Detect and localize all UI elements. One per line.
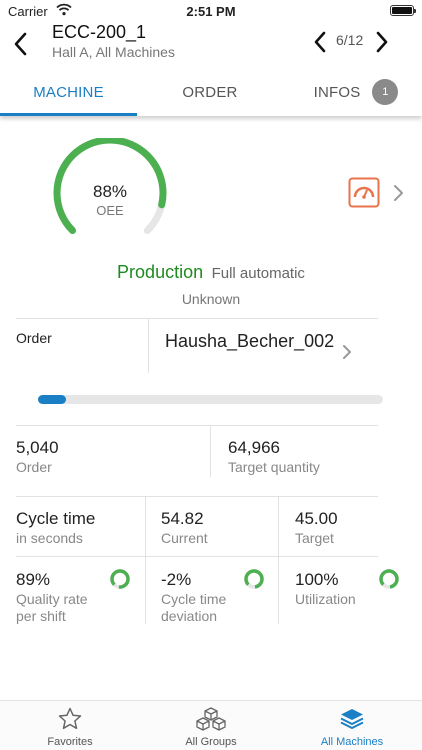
divider [16, 318, 378, 319]
machine-title: ECC-200_1 [52, 22, 147, 42]
prev-chevron-icon[interactable] [310, 28, 330, 56]
cycle-deviation-label-line2: deviation [161, 608, 218, 624]
cubes-icon [196, 707, 226, 731]
details-chevron-icon[interactable] [392, 183, 404, 203]
navigation-bar: ECC-200_1 Hall A, All Machines 6/12 [0, 22, 422, 68]
target-quantity-label: Target quantity [228, 459, 320, 475]
quality-rate-ring-arc [110, 569, 130, 589]
tab-order[interactable]: ORDER [140, 68, 280, 116]
state-main: Production [117, 262, 204, 282]
section-tabs: MACHINE ORDER INFOS 1 [0, 68, 422, 116]
status-bar: Carrier 2:51 PM [0, 0, 422, 22]
next-chevron-icon[interactable] [372, 28, 392, 56]
machine-location: Hall A, All Machines [52, 44, 175, 60]
cycle-deviation-value: -2% [161, 570, 192, 589]
cycle-deviation-ring-icon [244, 569, 264, 589]
divider [145, 556, 146, 624]
divider [16, 496, 378, 497]
tab-machine[interactable]: MACHINE [0, 68, 137, 116]
divider [278, 496, 279, 556]
cycle-time-title: Cycle time [16, 509, 96, 528]
tab-all-groups[interactable]: All Groups [141, 701, 281, 750]
cycle-deviation-label-line1: Cycle time [161, 591, 227, 607]
tab-favorites-label: Favorites [47, 736, 93, 748]
tab-all-groups-label: All Groups [185, 736, 237, 748]
machine-state: Production Full automatic [0, 262, 422, 283]
oee-value: 88% [92, 182, 128, 201]
machine-counter: 6/12 [336, 32, 364, 48]
bottom-tab-bar: Favorites All Groups All Machines [0, 700, 422, 750]
star-icon [58, 707, 82, 730]
clock: 2:51 PM [186, 4, 236, 19]
utilization-label: Utilization [295, 591, 356, 607]
quality-rate-value: 89% [16, 570, 51, 589]
utilization-ring-icon [379, 569, 399, 589]
cycle-target-value: 45.00 [295, 509, 338, 528]
tab-infos-label: INFOS [313, 83, 361, 101]
order-progress-bar [38, 395, 383, 404]
tab-all-machines-label: All Machines [320, 736, 384, 748]
target-quantity-value: 64,966 [228, 438, 280, 457]
tab-infos[interactable]: INFOS 1 [290, 68, 422, 116]
oee-label: OEE [96, 203, 124, 218]
speedometer-icon[interactable] [348, 177, 380, 208]
cycle-current-label: Current [161, 530, 208, 546]
order-progress-fill [38, 395, 66, 404]
order-chevron-icon[interactable] [341, 343, 353, 361]
order-quantity-label: Order [16, 459, 52, 475]
order-label: Order [16, 330, 52, 346]
divider [16, 425, 378, 426]
order-value[interactable]: Hausha_Becher_002 [165, 331, 334, 352]
infos-count-badge: 1 [372, 79, 399, 105]
cycle-deviation-label: Cycle time deviation [161, 591, 226, 625]
layers-icon [340, 709, 364, 729]
battery-icon [390, 5, 416, 16]
quality-rate-label-line2: per shift [16, 608, 66, 624]
cycle-target-label: Target [295, 530, 334, 546]
divider [278, 556, 279, 624]
back-chevron-icon[interactable] [10, 30, 32, 58]
quality-rate-label: Quality rate per shift [16, 591, 88, 625]
divider [16, 556, 378, 557]
tab-order-label: ORDER [182, 83, 238, 101]
tab-machine-label: MACHINE [33, 83, 104, 101]
state-mode: Full automatic [211, 265, 305, 282]
quality-rate-label-line1: Quality rate [16, 591, 88, 607]
divider [145, 496, 146, 556]
tab-favorites[interactable]: Favorites [0, 701, 140, 750]
cycle-time-unit: in seconds [16, 530, 83, 546]
state-sub: Unknown [181, 291, 241, 307]
cycle-current-value: 54.82 [161, 509, 204, 528]
tab-all-machines[interactable]: All Machines [282, 701, 422, 750]
divider [148, 318, 149, 373]
quality-rate-ring-icon [110, 569, 130, 589]
active-tab-indicator [0, 113, 137, 116]
divider [210, 425, 211, 477]
utilization-value: 100% [295, 570, 339, 589]
order-quantity-value: 5,040 [16, 438, 59, 457]
